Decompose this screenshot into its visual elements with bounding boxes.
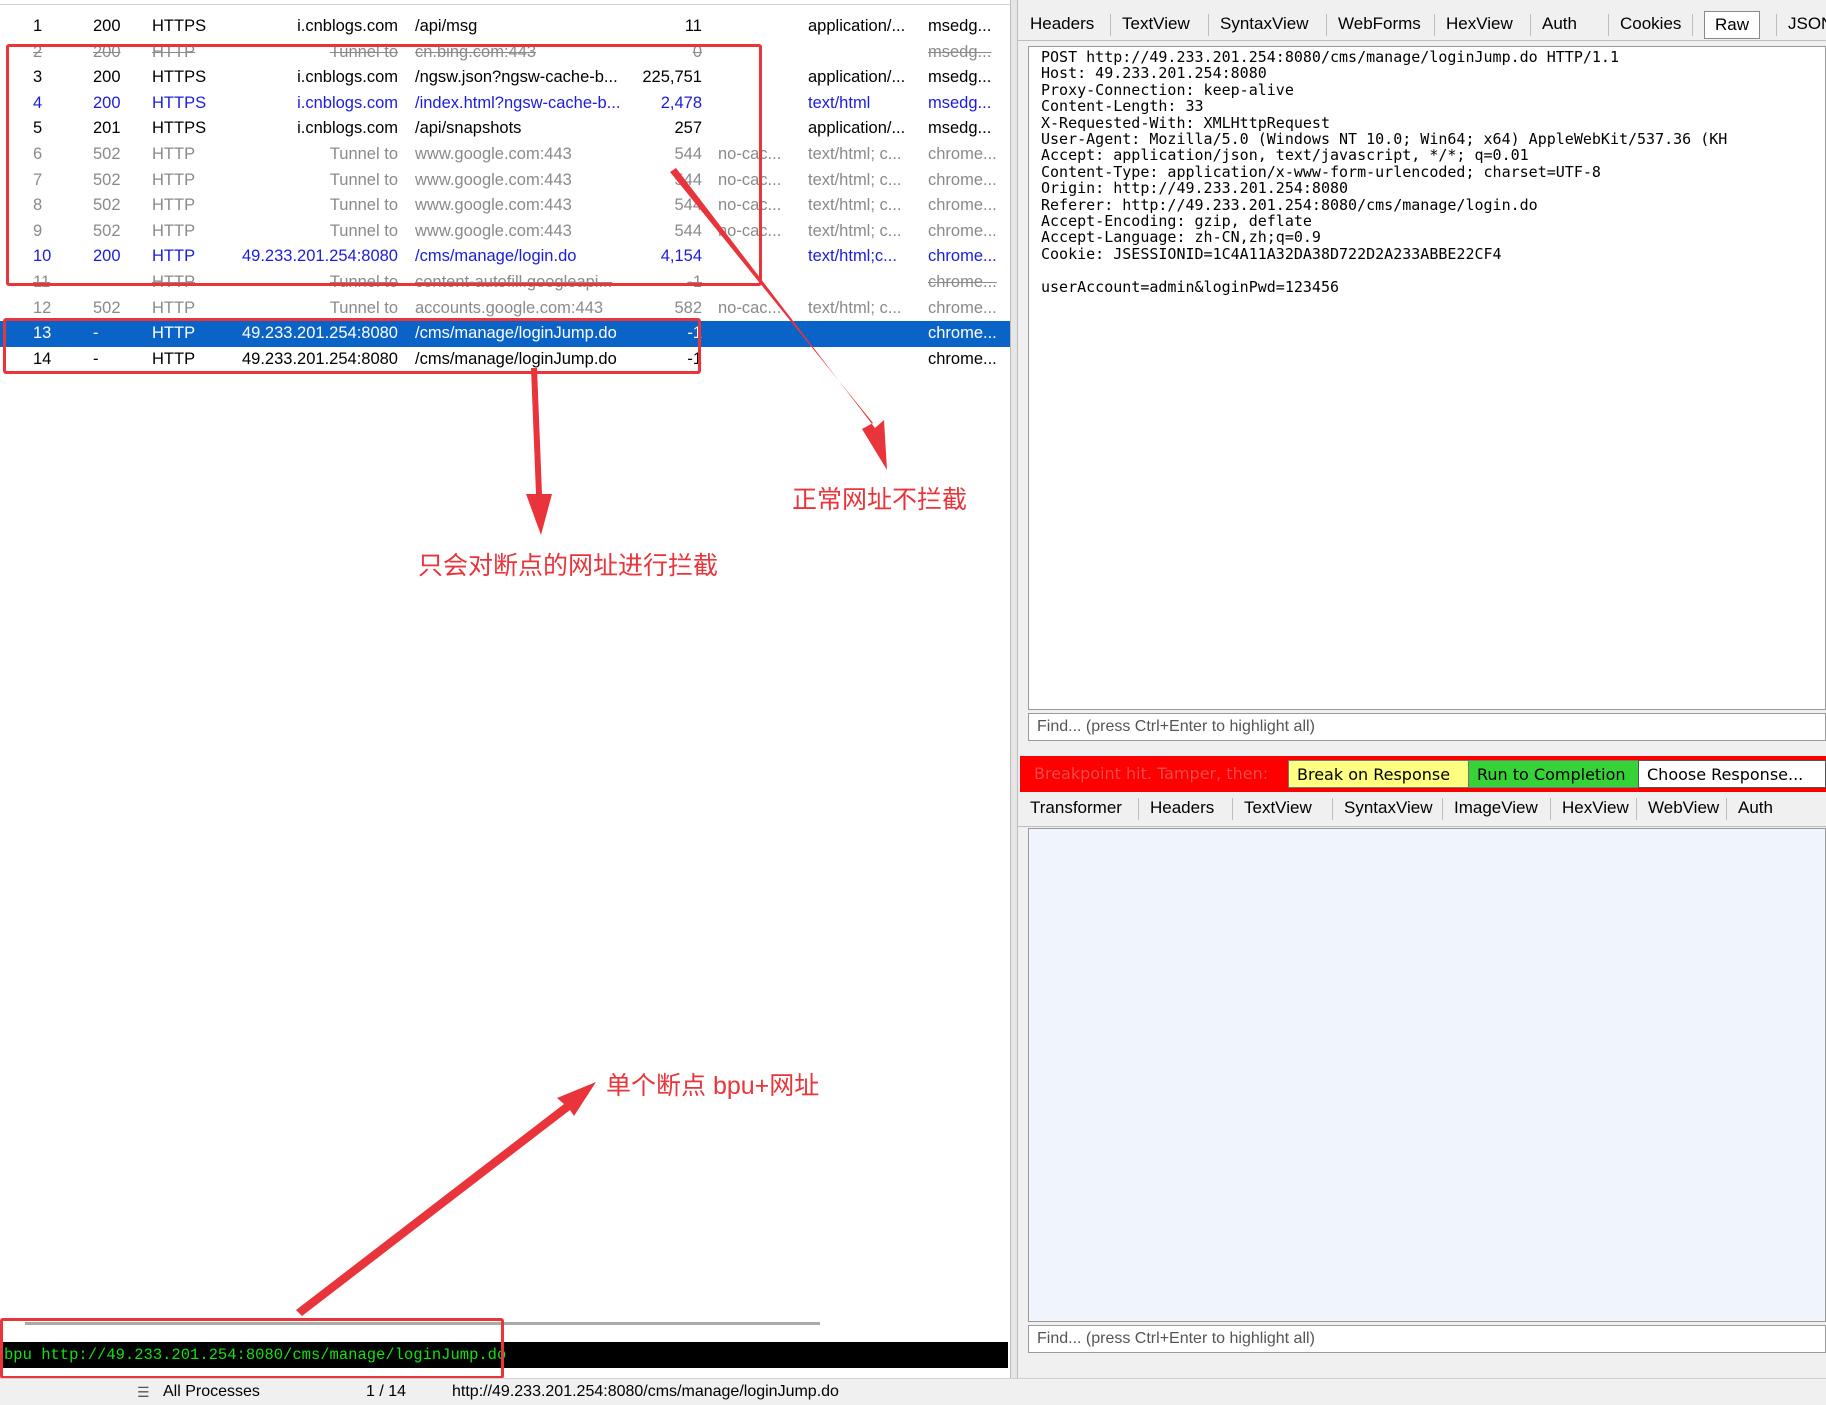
- response-inspector-tabs: Transformer Headers TextView SyntaxView Imag…: [1018, 792, 1826, 827]
- tab-separator: [1726, 798, 1727, 820]
- request-tab-headers[interactable]: Headers: [1030, 8, 1094, 40]
- request-tab-auth[interactable]: Auth: [1542, 8, 1577, 40]
- tab-separator: [1110, 14, 1111, 36]
- status-selected-url: http://49.233.201.254:8080/cms/manage/lo…: [452, 1383, 839, 1400]
- tab-separator: [1434, 14, 1435, 36]
- process-filter[interactable]: All Processes: [163, 1379, 260, 1405]
- inspector-panel: Headers TextView SyntaxView WebForms HexView…: [1018, 0, 1826, 1378]
- annotation-only-breakpoint-intercepted: 只会对断点的网址进行拦截: [418, 552, 719, 580]
- request-inspector-tabs: Headers TextView SyntaxView WebForms HexView…: [1018, 8, 1826, 41]
- response-tab-headers[interactable]: Headers: [1150, 792, 1214, 824]
- break-on-response-button[interactable]: Break on Response: [1288, 760, 1480, 788]
- tab-separator: [1138, 798, 1139, 820]
- tab-separator: [1332, 798, 1333, 820]
- response-pane[interactable]: [1028, 828, 1826, 1322]
- tab-separator: [1776, 14, 1777, 36]
- request-tab-json[interactable]: JSON: [1788, 8, 1826, 40]
- run-to-completion-button[interactable]: Run to Completion: [1468, 760, 1644, 788]
- annotation-single-breakpoint: 单个断点 bpu+网址: [606, 1072, 820, 1100]
- response-tab-textview[interactable]: TextView: [1244, 792, 1312, 824]
- tab-separator: [1608, 14, 1609, 36]
- tab-separator: [1232, 798, 1233, 820]
- tab-separator: [1208, 14, 1209, 36]
- request-tab-hexview[interactable]: HexView: [1446, 8, 1513, 40]
- request-find-input[interactable]: Find... (press Ctrl+Enter to highlight a…: [1028, 713, 1826, 741]
- arrow-to-breakpoint-text: [526, 368, 552, 535]
- tab-separator: [1442, 798, 1443, 820]
- response-tab-webview[interactable]: WebView: [1648, 792, 1719, 824]
- choose-response-dropdown[interactable]: Choose Response...: [1638, 760, 1826, 788]
- tab-separator: [1550, 798, 1551, 820]
- request-tab-webforms[interactable]: WebForms: [1338, 8, 1421, 40]
- request-tab-syntaxview[interactable]: SyntaxView: [1220, 8, 1309, 40]
- breakpoint-bar: Breakpoint hit. Tamper, then: Break on R…: [1020, 756, 1826, 792]
- response-tab-transformer[interactable]: Transformer: [1030, 792, 1122, 824]
- response-find-input[interactable]: Find... (press Ctrl+Enter to highlight a…: [1028, 1325, 1826, 1353]
- request-tab-textview[interactable]: TextView: [1122, 8, 1190, 40]
- tab-separator: [1692, 14, 1693, 36]
- annotation-arrows: [296, 168, 887, 1316]
- tab-separator: [1326, 14, 1327, 36]
- tab-separator: [1636, 798, 1637, 820]
- arrow-to-normal-text: [670, 168, 887, 470]
- raw-request-pane[interactable]: POST http://49.233.201.254:8080/cms/mana…: [1028, 46, 1826, 710]
- request-tab-raw[interactable]: Raw: [1704, 11, 1761, 39]
- response-tab-hexview[interactable]: HexView: [1562, 792, 1629, 824]
- annotation-normal-not-intercepted: 正常网址不拦截: [792, 486, 968, 514]
- response-tab-imageview[interactable]: ImageView: [1454, 792, 1538, 824]
- panel-splitter[interactable]: [1010, 0, 1018, 1378]
- response-tab-auth[interactable]: Auth: [1738, 792, 1773, 824]
- session-count: 1 / 14: [366, 1383, 407, 1400]
- arrow-to-quickexec-text: [296, 1082, 596, 1316]
- status-bar: ☰ All Processes 1 / 14 http://49.233.201…: [0, 1378, 1826, 1405]
- request-tab-cookies[interactable]: Cookies: [1620, 8, 1681, 40]
- raw-request-text: POST http://49.233.201.254:8080/cms/mana…: [1041, 48, 1728, 296]
- tab-separator: [1530, 14, 1531, 36]
- breakpoint-message: Breakpoint hit. Tamper, then:: [1034, 764, 1269, 783]
- process-filter-icon: ☰: [137, 1384, 150, 1400]
- response-tab-syntaxview[interactable]: SyntaxView: [1344, 792, 1433, 824]
